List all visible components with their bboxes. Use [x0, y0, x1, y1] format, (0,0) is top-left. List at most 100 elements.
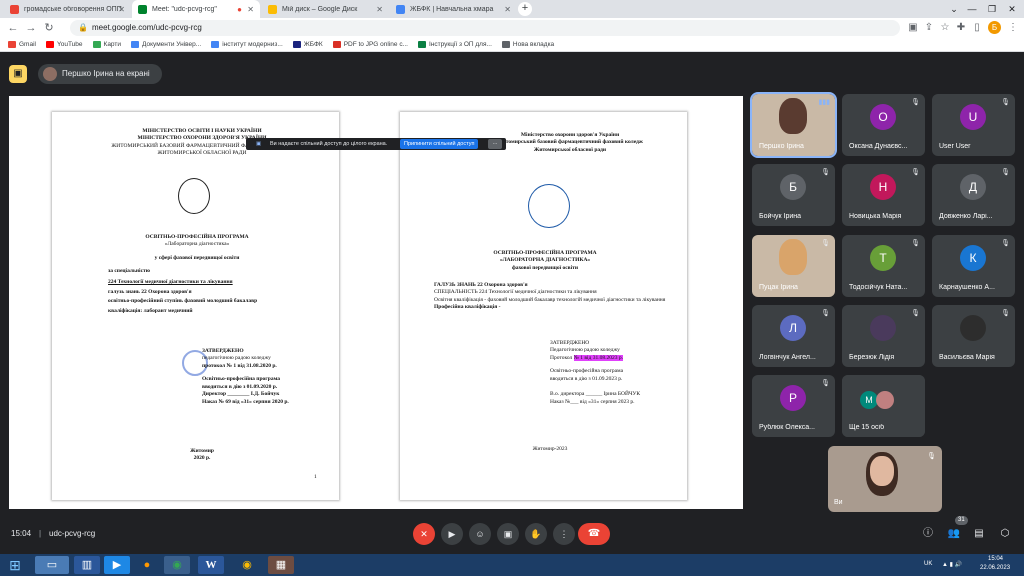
doc-line: ОСВІТНЬО-ПРОФЕСІЙНА ПРОГРАМА [493, 250, 597, 256]
mic-off-icon: 🎙 [1001, 310, 1010, 317]
participant-name: Новицька Марія [849, 213, 902, 220]
participant-tile[interactable]: 🎙 Березюк Лідія [842, 305, 925, 367]
profile-avatar[interactable]: Б [988, 21, 1001, 34]
close-icon[interactable]: ✕ [504, 5, 511, 14]
participant-tile[interactable]: ▮▮▮ Першко Ірина [750, 92, 837, 158]
gmail-icon [10, 4, 19, 14]
participant-name: Тодосійчук Ната... [849, 284, 908, 291]
participant-tile[interactable]: 🎙 Пуцак Ірина [752, 235, 835, 297]
bookmark-item[interactable]: Нова вкладка [501, 41, 555, 48]
bookmark-item[interactable]: Gmail [8, 41, 36, 48]
language-indicator[interactable]: UK [924, 561, 932, 567]
participant-name: Рублюк Олекса... [759, 424, 815, 431]
firefox-icon[interactable]: ● [134, 556, 160, 574]
avatar: U [960, 104, 986, 130]
star-icon[interactable]: ☆ [938, 21, 952, 35]
bookmark-icon [332, 41, 341, 48]
back-icon[interactable]: ← [6, 21, 20, 35]
close-icon[interactable]: ✕ [376, 5, 383, 14]
participant-name: Карнаушенко А... [939, 284, 995, 291]
bookmark-item[interactable]: YouTube [45, 41, 83, 48]
bookmark-label: Інструкції з ОП для... [429, 41, 492, 48]
hang-up-button[interactable]: ☎ [578, 523, 610, 545]
camera-icon[interactable]: ▣ [906, 21, 920, 35]
address-bar-row: ← → ↻ 🔒 meet.google.com/udc-pcvg-rcg ▣ ⇪… [0, 18, 1024, 38]
menu-icon[interactable]: ⋮ [1006, 21, 1020, 35]
extensions-icon[interactable]: ✚ [954, 21, 968, 35]
raise-hand-button[interactable]: ✋ [525, 523, 547, 545]
more-participants-tile[interactable]: М Ще 15 осіб [842, 375, 925, 437]
tray-icons[interactable]: ▲ ▮ 🔊 [942, 561, 962, 568]
participant-tile[interactable]: О 🎙 Оксана Дунаєвс... [842, 94, 925, 156]
participant-tile[interactable]: 🎙 Васильєва Марія [932, 305, 1015, 367]
participant-tile[interactable]: Н 🎙 Новицька Марія [842, 164, 925, 226]
participant-tile[interactable]: Р 🎙 Рублюк Олекса... [752, 375, 835, 437]
doc-line: Житомир-2023 [532, 446, 568, 452]
share-icon[interactable]: ⇪ [922, 21, 936, 35]
present-button[interactable]: ▣ [497, 523, 519, 545]
doc-line: ОСВІТНЬО-ПРОФЕСІЙНА ПРОГРАМА [145, 234, 249, 240]
camera-button[interactable]: ▶ [441, 523, 463, 545]
more-options-button[interactable]: ⋮ [553, 523, 575, 545]
participant-name: Васильєва Марія [939, 354, 995, 361]
avatar: Д [960, 174, 986, 200]
cloud-icon [396, 4, 405, 14]
media-player-icon[interactable]: ▶ [104, 556, 130, 574]
forward-icon[interactable]: → [24, 21, 38, 35]
reload-icon[interactable]: ↻ [42, 21, 56, 35]
separator: | [39, 529, 42, 538]
participant-tile[interactable]: Д 🎙 Довженко Ларі... [932, 164, 1015, 226]
tab-2[interactable]: Мій диск – Google Диск ✕ [262, 0, 389, 18]
emoji-button[interactable]: ☺ [469, 523, 491, 545]
participant-name: Оксана Дунаєвс... [849, 143, 908, 150]
people-icon[interactable]: 👥 [947, 527, 961, 541]
doc-line: Міністерство охорони здоров'я України [520, 132, 620, 138]
bookmark-item[interactable]: Документи Універ... [131, 41, 201, 48]
activities-icon[interactable]: ⬡ [998, 527, 1012, 541]
bookmark-item[interactable]: Карти [92, 41, 121, 48]
participant-tile[interactable]: Б 🎙 Бойчук Ірина [752, 164, 835, 226]
url-field[interactable]: 🔒 meet.google.com/udc-pcvg-rcg [70, 20, 900, 36]
participant-tile[interactable]: К 🎙 Карнаушенко А... [932, 235, 1015, 297]
chrome-icon[interactable]: ◉ [234, 556, 260, 574]
chat-icon[interactable]: ▤ [972, 527, 986, 541]
bookmark-item[interactable]: PDF to JPG online c... [332, 41, 408, 48]
files-icon[interactable]: ▥ [74, 556, 100, 574]
meeting-time: 15:04 [11, 529, 32, 538]
participant-name: Бойчук Ірина [759, 213, 802, 220]
self-view-tile[interactable]: Ви 🎙 [828, 446, 942, 512]
archive-icon[interactable]: ▦ [268, 556, 294, 574]
close-icon[interactable]: ✕ [118, 5, 125, 14]
stop-sharing-button[interactable]: Припинити спільний доступ [400, 139, 479, 149]
chrome-icon[interactable]: ◉ [164, 556, 190, 574]
more-options-button[interactable]: ... [488, 139, 502, 149]
present-icon[interactable]: ▣ [9, 65, 27, 83]
close-window-icon[interactable]: ✕ [1000, 0, 1024, 18]
new-tab-button[interactable]: + [518, 2, 532, 16]
sidebar-icon[interactable]: ▯ [970, 21, 984, 35]
info-icon[interactable]: ⓘ [921, 527, 935, 541]
participant-tile[interactable]: Л 🎙 Логвінчук Ангел... [752, 305, 835, 367]
bookmark-label: Нова вкладка [512, 41, 555, 48]
participant-tile[interactable]: Т 🎙 Тодосійчук Ната... [842, 235, 925, 297]
start-icon[interactable]: ⊞ [2, 555, 28, 575]
close-icon[interactable]: ● [237, 5, 242, 14]
close-icon[interactable]: ✕ [247, 5, 254, 14]
tab-0[interactable]: громадське обговорення ОПП ✕ [4, 0, 131, 18]
document-page-left: МІНІСТЕРСТВО ОСВІТИ І НАУКИ УКРАЇНИ МІНІ… [52, 112, 339, 500]
mic-off-icon: 🎙 [911, 169, 920, 176]
meeting-code: udc-pcvg-rcg [49, 529, 96, 538]
participant-tile[interactable]: U 🎙 User User [932, 94, 1015, 156]
tab-1[interactable]: Meet: "udc-pcvg-rcg" ● ✕ [132, 0, 260, 18]
doc-line: «ЛАБОРАТОРНА ДІАГНОСТИКА» [499, 257, 591, 264]
presenter-chip[interactable]: Першко Ірина на екрані [38, 64, 162, 84]
bookmark-item[interactable]: Інструкції з ОП для... [418, 41, 492, 48]
bookmark-item[interactable]: ЖБФК [292, 41, 323, 48]
explorer-icon[interactable]: ▭ [35, 556, 69, 574]
tab-3[interactable]: ЖБФК | Навчальна хмара ✕ [390, 0, 517, 18]
word-icon[interactable]: W [198, 556, 224, 574]
avatar [43, 67, 57, 81]
doc-line: протокол № 1 від 31.08.2020 р. [202, 362, 277, 369]
mic-off-button[interactable]: ✕ [413, 523, 435, 545]
bookmark-item[interactable]: інститут модерниз... [211, 41, 283, 48]
